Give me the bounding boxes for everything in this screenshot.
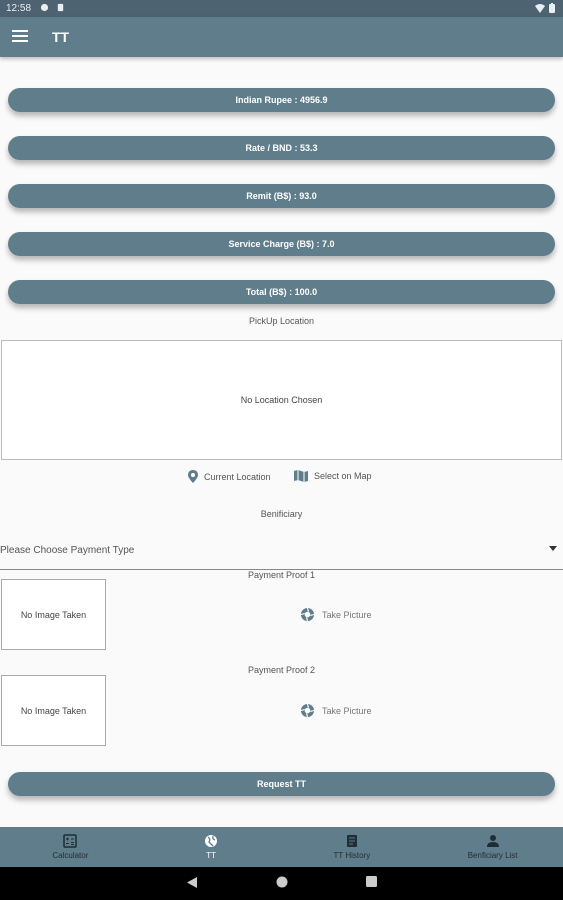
total-summary: Total (B$) : 100.0 xyxy=(8,280,555,304)
nav-beneficiary-list[interactable]: Benficiary List xyxy=(422,827,563,867)
request-tt-button[interactable]: Request TT xyxy=(8,772,555,796)
take-picture-1-label: Take Picture xyxy=(322,609,372,620)
receipt-icon xyxy=(346,835,357,847)
payment-proof-2-image: No Image Taken xyxy=(1,675,106,746)
take-picture-1-button[interactable]: Take Picture xyxy=(300,607,372,622)
current-location-label: Current Location xyxy=(204,471,271,482)
bottom-navigation: Calculator TT TT History Benficiary List xyxy=(0,827,563,867)
nav-tt-history-label: TT History xyxy=(333,851,371,860)
nav-calculator-label: Calculator xyxy=(52,851,89,860)
home-icon[interactable] xyxy=(276,876,288,888)
system-navigation-bar xyxy=(0,867,563,900)
payment-proof-1-placeholder: No Image Taken xyxy=(20,609,87,620)
status-bar: 12:58 xyxy=(0,0,563,17)
pickup-location-box[interactable]: No Location Chosen xyxy=(1,340,562,460)
status-indicators xyxy=(535,3,555,13)
select-on-map-button[interactable]: Select on Map xyxy=(294,470,372,482)
location-pin-icon xyxy=(188,470,198,483)
recents-icon[interactable] xyxy=(366,876,377,887)
payment-proof-2-placeholder: No Image Taken xyxy=(20,705,87,716)
payment-proof-1-image: No Image Taken xyxy=(1,579,106,650)
select-on-map-label: Select on Map xyxy=(314,471,372,481)
map-icon xyxy=(294,470,308,482)
wifi-icon xyxy=(535,3,545,13)
globe-icon xyxy=(205,835,218,847)
take-picture-2-button[interactable]: Take Picture xyxy=(300,703,372,718)
menu-icon[interactable] xyxy=(12,30,28,44)
person-icon xyxy=(486,835,499,847)
remit-summary: Remit (B$) : 93.0 xyxy=(8,184,555,208)
take-picture-2-label: Take Picture xyxy=(322,705,372,716)
nav-tt-history[interactable]: TT History xyxy=(282,827,423,867)
indian-rupee-summary: Indian Rupee : 4956.9 xyxy=(8,88,555,112)
beneficiary-label: Benificiary xyxy=(260,509,303,519)
nav-beneficiary-list-label: Benficiary List xyxy=(467,851,518,860)
payment-type-dropdown[interactable]: Please Choose Payment Type xyxy=(0,538,563,570)
camera-aperture-icon xyxy=(300,607,315,622)
payment-proof-2-label: Payment Proof 2 xyxy=(247,665,316,675)
nav-calculator[interactable]: Calculator xyxy=(0,827,141,867)
payment-type-value: Please Choose Payment Type xyxy=(0,545,135,556)
nav-tt[interactable]: TT xyxy=(141,827,282,867)
rate-summary: Rate / BND : 53.3 xyxy=(8,136,555,160)
camera-aperture-icon xyxy=(300,703,315,718)
pickup-location-label: PickUp Location xyxy=(248,316,315,326)
current-location-button[interactable]: Current Location xyxy=(188,470,271,483)
calculator-icon xyxy=(63,834,78,848)
status-time: 12:58 xyxy=(6,3,32,14)
nav-tt-label: TT xyxy=(206,851,217,860)
dropdown-arrow-icon xyxy=(549,546,557,551)
battery-icon xyxy=(549,3,555,13)
sync-icon xyxy=(40,3,49,12)
app-bar-title: TT xyxy=(52,29,70,45)
pickup-location-placeholder: No Location Chosen xyxy=(240,395,323,405)
back-icon[interactable] xyxy=(186,876,198,889)
service-charge-summary: Service Charge (B$) : 7.0 xyxy=(8,232,555,256)
app-bar: TT xyxy=(0,17,563,57)
sim-icon xyxy=(57,3,64,12)
